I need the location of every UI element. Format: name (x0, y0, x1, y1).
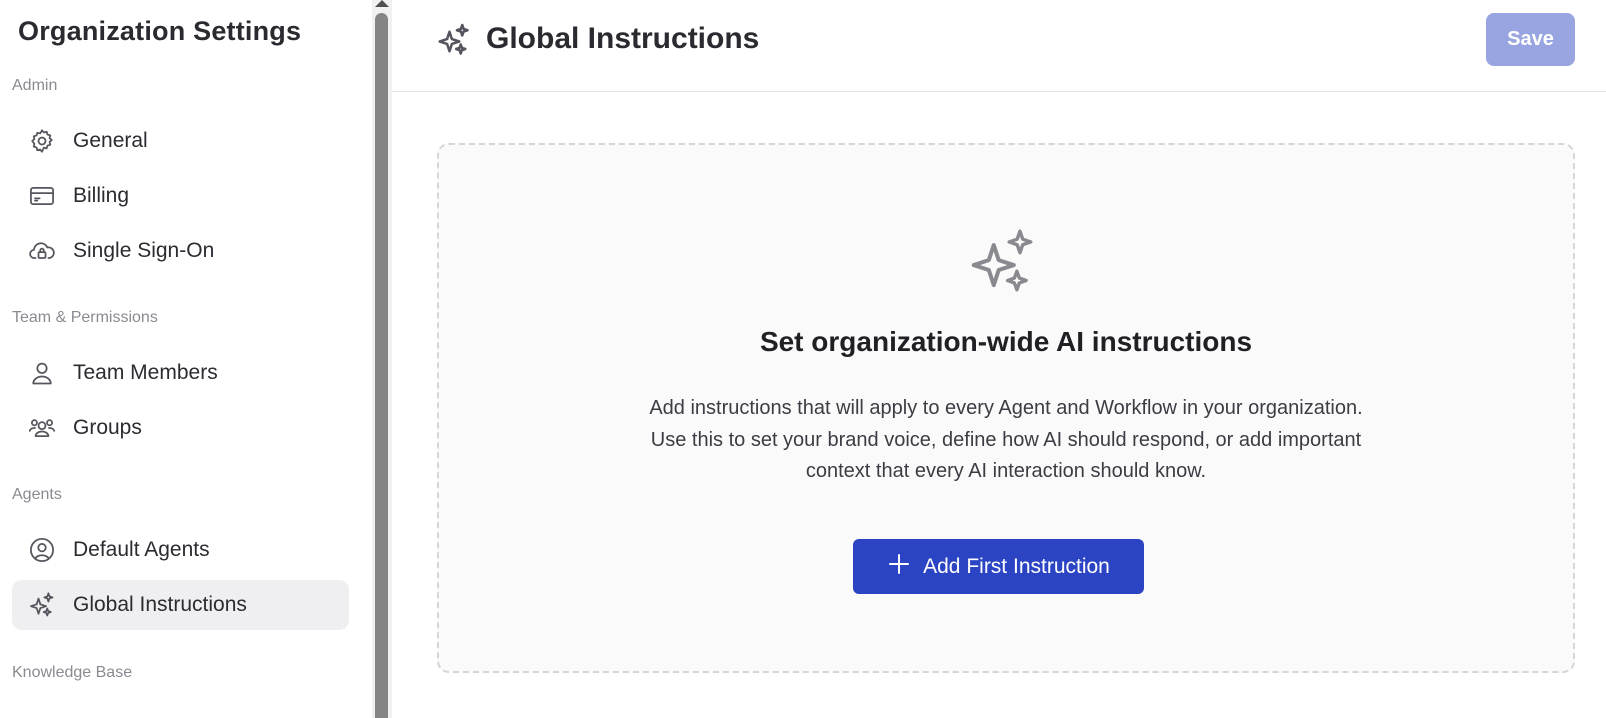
user-circle-icon (27, 535, 57, 565)
scrollbar-thumb[interactable] (375, 13, 388, 718)
credit-card-icon (27, 181, 57, 211)
section-label-team-permissions: Team & Permissions (12, 309, 158, 326)
plus-icon (887, 552, 911, 582)
sidebar-scrollbar[interactable] (372, 0, 392, 718)
section-label-knowledge-base: Knowledge Base (12, 664, 133, 681)
sidebar-item-single-sign-on[interactable]: Single Sign-On (12, 226, 349, 276)
sidebar-item-default-agents[interactable]: Default Agents (12, 525, 349, 575)
cloud-lock-icon (27, 236, 57, 266)
sidebar-item-global-instructions[interactable]: Global Instructions (12, 580, 349, 630)
add-first-instruction-button[interactable]: Add First Instruction (853, 539, 1144, 594)
sidebar-item-label: Default Agents (73, 538, 210, 561)
sidebar-item-general[interactable]: General (12, 116, 349, 166)
user-icon (27, 358, 57, 388)
add-first-instruction-label: Add First Instruction (923, 554, 1110, 578)
sidebar-item-billing[interactable]: Billing (12, 171, 349, 221)
section-label-agents: Agents (12, 486, 62, 503)
scroll-up-arrow-icon[interactable] (375, 0, 389, 7)
sparkles-icon (436, 22, 472, 58)
sparkles-icon (966, 225, 1040, 299)
empty-state-card: Set organization-wide AI instructions Ad… (437, 143, 1575, 673)
sidebar-item-groups[interactable]: Groups (12, 403, 349, 453)
page-header: Global Instructions Save (392, 0, 1606, 92)
section-label-admin: Admin (12, 77, 58, 94)
app: Organization Settings Admin General Bill… (0, 0, 1606, 718)
page-title: Global Instructions (486, 22, 760, 55)
sparkles-icon (27, 590, 57, 620)
sidebar-title: Organization Settings (18, 16, 302, 46)
sidebar-item-label: Single Sign-On (73, 239, 215, 262)
sidebar-item-label: General (73, 129, 148, 152)
empty-state-title: Set organization-wide AI instructions (759, 326, 1253, 357)
sidebar-item-label: Groups (73, 416, 142, 439)
gear-icon (27, 126, 57, 156)
save-button[interactable]: Save (1486, 13, 1575, 66)
users-group-icon (27, 413, 57, 443)
main-content: Global Instructions Save Set organizatio… (392, 0, 1606, 718)
sidebar-item-label: Billing (73, 184, 130, 207)
sidebar: Organization Settings Admin General Bill… (0, 0, 372, 718)
sidebar-item-label: Global Instructions (73, 593, 247, 616)
sidebar-item-label: Team Members (73, 361, 218, 384)
sidebar-item-team-members[interactable]: Team Members (12, 348, 349, 398)
empty-state-description: Add instructions that will apply to ever… (649, 397, 1363, 482)
